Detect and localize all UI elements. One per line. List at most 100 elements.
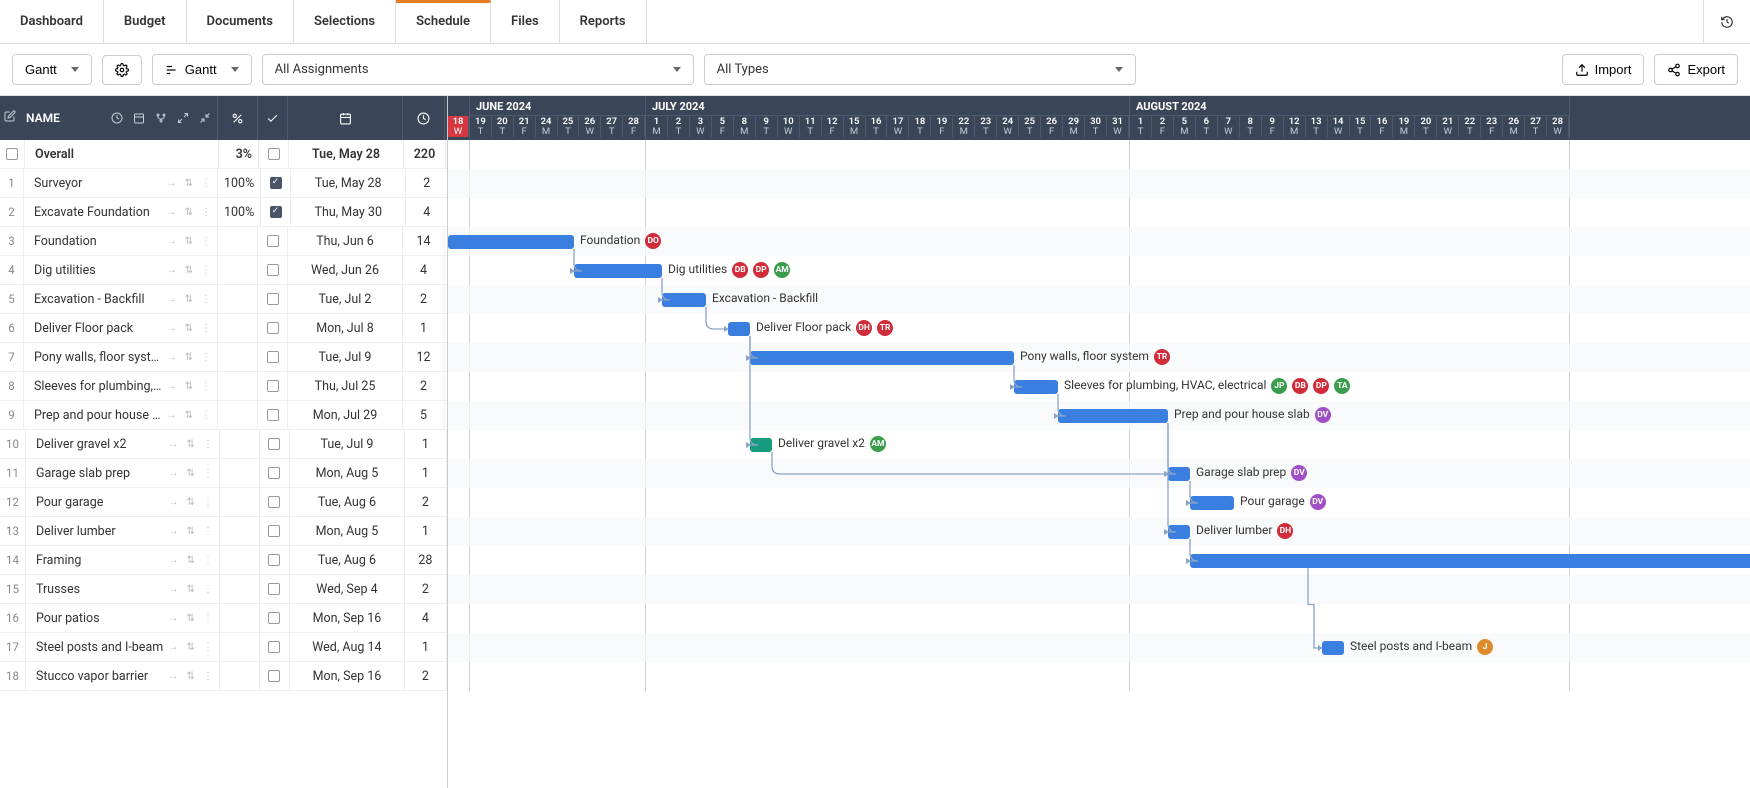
view-dropdown[interactable]: Gantt: [12, 54, 92, 85]
gantt-bar[interactable]: [750, 351, 1014, 365]
drag-icon[interactable]: ⇅: [185, 294, 193, 305]
table-row[interactable]: 2Excavate Foundation→⇅⋮100%Thu, May 304: [0, 198, 447, 227]
done-cell[interactable]: [259, 140, 289, 168]
table-row[interactable]: 6Deliver Floor pack→⇅⋮Mon, Jul 81: [0, 314, 447, 343]
drag-icon[interactable]: ⇅: [187, 468, 195, 479]
done-cell[interactable]: [258, 256, 288, 284]
drag-icon[interactable]: ⇅: [185, 265, 193, 276]
more-icon[interactable]: ⋮: [203, 555, 213, 566]
table-row[interactable]: 3Foundation→⇅⋮Thu, Jun 614: [0, 227, 447, 256]
more-icon[interactable]: ⋮: [201, 352, 211, 363]
tab-files[interactable]: Files: [491, 0, 560, 43]
gantt-bar[interactable]: [574, 264, 662, 278]
more-icon[interactable]: ⋮: [203, 497, 213, 508]
table-row[interactable]: 9Prep and pour house slab→⇅⋮Mon, Jul 295: [0, 401, 447, 430]
settings-button[interactable]: [102, 55, 142, 85]
table-row[interactable]: 15Trusses→⇅⋮Wed, Sep 42: [0, 575, 447, 604]
drag-icon[interactable]: ⇅: [185, 352, 193, 363]
more-icon[interactable]: ⋮: [203, 584, 213, 595]
row-checkbox[interactable]: [0, 140, 25, 168]
more-icon[interactable]: ⋮: [201, 410, 211, 421]
gantt-bar[interactable]: [1322, 641, 1344, 655]
drag-icon[interactable]: ⇅: [187, 497, 195, 508]
more-icon[interactable]: ⋮: [203, 439, 213, 450]
drag-icon[interactable]: ⇅: [185, 410, 193, 421]
export-button[interactable]: Export: [1654, 54, 1738, 85]
gantt-bar[interactable]: [728, 322, 750, 336]
done-cell[interactable]: [260, 517, 290, 545]
tab-budget[interactable]: Budget: [104, 0, 187, 43]
table-row[interactable]: 4Dig utilities→⇅⋮Wed, Jun 264: [0, 256, 447, 285]
more-icon[interactable]: ⋮: [203, 671, 213, 682]
table-row[interactable]: 17Steel posts and I-beam→⇅⋮Wed, Aug 141: [0, 633, 447, 662]
col-percent[interactable]: [218, 96, 258, 140]
done-cell[interactable]: [260, 459, 290, 487]
gantt-bar[interactable]: [1168, 525, 1190, 539]
gantt-bar[interactable]: [1168, 467, 1190, 481]
drag-icon[interactable]: ⇅: [187, 671, 195, 682]
gantt-group-dropdown[interactable]: Gantt: [152, 54, 252, 85]
tab-schedule[interactable]: Schedule: [396, 0, 491, 43]
table-row[interactable]: 7Pony walls, floor system→⇅⋮Tue, Jul 912: [0, 343, 447, 372]
more-icon[interactable]: ⋮: [203, 613, 213, 624]
done-cell[interactable]: [260, 430, 290, 458]
table-row[interactable]: 16Pour patios→⇅⋮Mon, Sep 164: [0, 604, 447, 633]
done-cell[interactable]: [258, 227, 288, 255]
done-cell[interactable]: [260, 546, 290, 574]
drag-icon[interactable]: ⇅: [187, 439, 195, 450]
gantt-bar[interactable]: [1190, 496, 1234, 510]
table-row[interactable]: 11Garage slab prep→⇅⋮Mon, Aug 51: [0, 459, 447, 488]
drag-icon[interactable]: ⇅: [187, 584, 195, 595]
done-cell[interactable]: [258, 372, 288, 400]
drag-icon[interactable]: ⇅: [185, 381, 193, 392]
done-cell[interactable]: [261, 198, 291, 226]
col-check[interactable]: [258, 96, 288, 140]
table-row[interactable]: 18Stucco vapor barrier→⇅⋮Mon, Sep 162: [0, 662, 447, 691]
done-cell[interactable]: [258, 314, 288, 342]
col-duration[interactable]: [403, 96, 445, 140]
gantt-bar[interactable]: [662, 293, 706, 307]
drag-icon[interactable]: ⇅: [187, 526, 195, 537]
more-icon[interactable]: ⋮: [203, 468, 213, 479]
done-cell[interactable]: [258, 285, 288, 313]
more-icon[interactable]: ⋮: [201, 178, 211, 189]
table-row[interactable]: 13Deliver lumber→⇅⋮Mon, Aug 51: [0, 517, 447, 546]
drag-icon[interactable]: ⇅: [185, 178, 193, 189]
done-cell[interactable]: [258, 401, 288, 429]
import-button[interactable]: Import: [1562, 54, 1645, 85]
history-button[interactable]: [1703, 0, 1750, 43]
done-cell[interactable]: [260, 662, 290, 690]
more-icon[interactable]: ⋮: [203, 642, 213, 653]
drag-icon[interactable]: ⇅: [187, 555, 195, 566]
col-name[interactable]: NAME: [0, 96, 218, 140]
table-row[interactable]: 12Pour garage→⇅⋮Tue, Aug 62: [0, 488, 447, 517]
done-cell[interactable]: [260, 575, 290, 603]
row-overall[interactable]: Overall3%Tue, May 28220: [0, 140, 447, 169]
table-row[interactable]: 10Deliver gravel x2→⇅⋮Tue, Jul 91: [0, 430, 447, 459]
drag-icon[interactable]: ⇅: [187, 642, 195, 653]
gantt-bar[interactable]: [448, 235, 574, 249]
more-icon[interactable]: ⋮: [201, 207, 211, 218]
more-icon[interactable]: ⋮: [201, 323, 211, 334]
table-row[interactable]: 8Sleeves for plumbing, HVAC, electrical→…: [0, 372, 447, 401]
assignments-select[interactable]: All Assignments: [262, 54, 694, 85]
gantt-bar[interactable]: [1190, 554, 1750, 568]
table-row[interactable]: 5Excavation - Backfill→⇅⋮Tue, Jul 22: [0, 285, 447, 314]
tab-selections[interactable]: Selections: [294, 0, 396, 43]
more-icon[interactable]: ⋮: [201, 265, 211, 276]
more-icon[interactable]: ⋮: [203, 526, 213, 537]
done-cell[interactable]: [260, 604, 290, 632]
drag-icon[interactable]: ⇅: [185, 236, 193, 247]
more-icon[interactable]: ⋮: [201, 381, 211, 392]
drag-icon[interactable]: ⇅: [187, 613, 195, 624]
drag-icon[interactable]: ⇅: [185, 323, 193, 334]
more-icon[interactable]: ⋮: [201, 294, 211, 305]
done-cell[interactable]: [261, 169, 291, 197]
tab-reports[interactable]: Reports: [560, 0, 647, 43]
col-date[interactable]: [288, 96, 403, 140]
done-cell[interactable]: [260, 488, 290, 516]
tab-documents[interactable]: Documents: [187, 0, 294, 43]
gantt-bar[interactable]: [1014, 380, 1058, 394]
gantt-bar[interactable]: [750, 438, 772, 452]
drag-icon[interactable]: ⇅: [185, 207, 193, 218]
